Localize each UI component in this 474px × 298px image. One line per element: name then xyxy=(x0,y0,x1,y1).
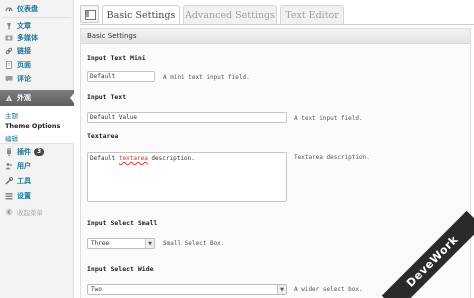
menu-item-users[interactable]: 用户 xyxy=(0,159,74,173)
tab-advanced-settings[interactable]: Advanced Settings xyxy=(183,5,277,24)
chevron-down-icon: ▼ xyxy=(277,285,286,294)
page-icon xyxy=(5,61,13,69)
plugin-icon xyxy=(5,148,13,156)
menu-item-tools[interactable]: 工具 xyxy=(0,174,74,188)
theme-options-page-icon xyxy=(80,5,99,23)
label-input-text-mini: Input Text Mini xyxy=(87,54,146,62)
select-wide-value: Two xyxy=(91,286,102,293)
panel-title: Basic Settings xyxy=(81,29,470,44)
desc-select-wide: A wider select box. xyxy=(294,286,363,293)
menu-item-links[interactable]: 链接 xyxy=(0,44,74,58)
tools-icon xyxy=(5,177,13,185)
menu-label-plugins: 插件 xyxy=(17,148,31,156)
appearance-submenu: 主题 Theme Options 编辑 xyxy=(0,106,74,144)
collapse-arrow-icon xyxy=(5,208,13,216)
desc-textarea: Textarea description. xyxy=(294,154,370,161)
label-textarea: Textarea xyxy=(87,132,119,140)
label-input-select-wide: Input Select Wide xyxy=(87,265,154,273)
settings-icon xyxy=(5,192,13,200)
desc-input-text: A text input field. xyxy=(294,115,363,122)
menu-label-users: 用户 xyxy=(17,162,31,170)
dashboard-icon xyxy=(5,5,13,13)
menu-label-comments: 评论 xyxy=(17,75,31,83)
tabs-baseline xyxy=(80,24,474,25)
menu-label-media: 多媒体 xyxy=(17,34,38,42)
desc-select-small: Small Select Box. xyxy=(163,240,225,247)
tab-text-editor[interactable]: Text Editor xyxy=(280,5,344,24)
menu-label-posts: 文章 xyxy=(17,22,31,30)
link-icon xyxy=(5,47,13,55)
menu-label-dashboard: 仪表盘 xyxy=(17,5,38,13)
users-icon xyxy=(5,162,13,170)
desc-input-text-mini: A mini text input field. xyxy=(163,74,250,81)
appearance-icon xyxy=(5,94,13,102)
menu-label-settings: 设置 xyxy=(17,192,31,200)
select-wide[interactable]: Two ▼ xyxy=(87,284,287,295)
menu-label-appearance: 外观 xyxy=(17,94,31,102)
menu-label-links: 链接 xyxy=(17,47,31,55)
select-small-value: Three xyxy=(91,240,110,247)
plugin-update-badge: 3 xyxy=(34,148,45,156)
comment-icon xyxy=(5,75,13,83)
collapse-menu-label: 收起菜单 xyxy=(17,209,43,217)
menu-item-dashboard[interactable]: 仪表盘 xyxy=(0,2,74,16)
textarea-text-end: description. xyxy=(147,155,195,162)
input-text[interactable]: Default Value xyxy=(87,112,287,123)
collapse-menu-button[interactable]: 收起菜单 xyxy=(0,205,74,219)
admin-sidebar: 仪表盘 文章 多媒体 链接 页面 评论 外观 主题 Theme Options … xyxy=(0,0,75,298)
menu-item-plugins[interactable]: 插件 3 xyxy=(0,145,74,159)
label-input-text: Input Text xyxy=(87,93,127,101)
settings-panel: Basic Settings Input Text Mini Default A… xyxy=(80,28,471,298)
menu-item-comments[interactable]: 评论 xyxy=(0,72,74,86)
menu-item-pages[interactable]: 页面 xyxy=(0,58,74,72)
menu-label-tools: 工具 xyxy=(17,177,31,185)
submenu-item-editor[interactable]: 编辑 xyxy=(5,133,18,143)
tab-basic-settings[interactable]: Basic Settings xyxy=(102,5,180,25)
chevron-down-icon: ▼ xyxy=(145,239,154,248)
menu-item-settings[interactable]: 设置 xyxy=(0,189,74,203)
menu-separator xyxy=(3,17,71,18)
textarea-text-start: Default xyxy=(90,155,119,162)
input-text-mini[interactable]: Default xyxy=(87,71,155,82)
label-input-select-small: Input Select Small xyxy=(87,219,158,227)
menu-label-pages: 页面 xyxy=(17,61,31,69)
select-small[interactable]: Three ▼ xyxy=(87,238,155,249)
textarea-misspelled-word: textarea xyxy=(118,155,148,162)
submenu-item-theme-options[interactable]: Theme Options xyxy=(5,122,60,130)
media-icon xyxy=(5,34,13,42)
submenu-item-themes[interactable]: 主题 xyxy=(5,110,18,120)
menu-item-media[interactable]: 多媒体 xyxy=(0,31,74,45)
menu-item-appearance[interactable]: 外观 xyxy=(0,90,75,106)
pin-icon xyxy=(5,22,13,30)
textarea-field[interactable]: Default textarea description. xyxy=(87,152,287,202)
